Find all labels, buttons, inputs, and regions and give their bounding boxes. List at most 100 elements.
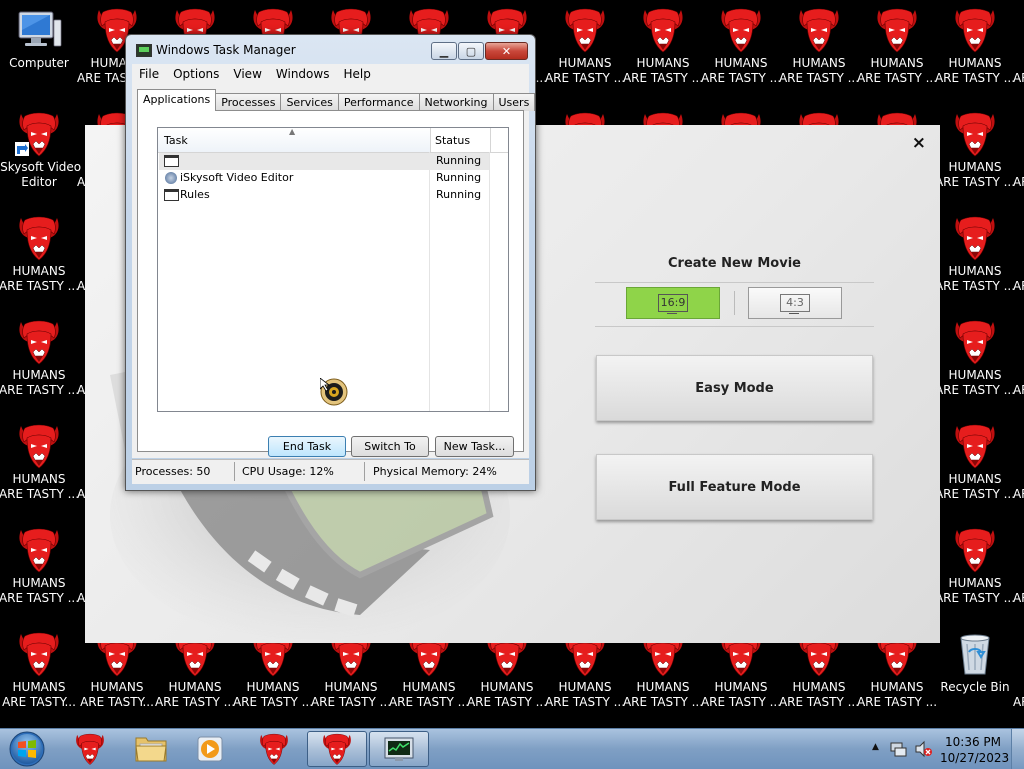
title-bar[interactable]: Windows Task Manager ▁ ▢ ✕ [126,35,535,65]
desktop-icon-label: HUMANS ARE TASTY ... [778,56,860,85]
desktop-icon-humans-are-tasty[interactable]: HUMANS ARE TASTY ... [935,312,1015,416]
switch-to-button[interactable]: Switch To [351,436,429,457]
menu-view[interactable]: View [226,67,268,81]
red-demon-icon [18,320,60,365]
clock-date[interactable]: 10/27/2023 [940,751,1009,765]
menu-help[interactable]: Help [336,67,377,81]
show-hidden-icons-arrow[interactable]: ▲ [872,742,879,752]
desktop-icon-label: HUMANS ARE TASTY ... [700,56,782,85]
desktop-icon-humans-are-tasty[interactable]: HUMANS ARE TASTY ... [1013,104,1024,208]
maximize-icon: ▢ [465,44,477,58]
aspect-ratio-16-9-button[interactable]: 16:9 [626,287,720,319]
desktop-icon-label: HUMANS ARE TASTY ... [1012,487,1024,501]
column-header-status-label: Status [435,134,471,147]
taskbar-media-player[interactable] [180,731,240,767]
desktop-icon-humans-are-tasty[interactable]: HUMANS ARE TASTY ... [1013,312,1024,416]
task-list[interactable]: Task ▲ Status Running iSkysoft Video Edi… [157,127,509,412]
system-tray: ▲ 10:36 PM 10/27/2023 [866,729,1024,769]
tab-applications[interactable]: Applications [137,89,217,111]
menu-windows[interactable]: Windows [269,67,337,81]
show-desktop-button[interactable] [1011,729,1024,769]
easy-mode-button[interactable]: Easy Mode [596,355,873,421]
divider [234,462,235,481]
minimize-button[interactable]: ▁ [431,42,457,60]
media-player-icon [197,736,223,762]
desktop-icon-humans-are-tasty[interactable]: HUMANS ARE TASTY ... [935,520,1015,624]
taskbar-demon-2[interactable] [244,731,304,767]
desktop-icon-label: HUMANS ARE TASTY ... [934,160,1016,189]
task-row[interactable]: Rules Running [159,187,489,204]
red-demon-icon [259,733,289,765]
desktop-icon-humans-are-tasty[interactable]: HUMANS ARE TASTY ... [935,416,1015,520]
close-button[interactable]: ✕ [485,42,528,60]
computer-icon [18,11,62,47]
desktop[interactable]: Computer iSkysoft Video Editor HUMANS AR… [0,0,1024,728]
desktop-icon-humans-are-tasty[interactable]: HUMANS ARE TASTY ... [1013,520,1024,624]
desktop-icon-label: Recycle Bin [940,680,1010,694]
desktop-icon-humans-are-tasty[interactable]: HUMANS ARE TASTY ... [935,0,1015,104]
new-task-button[interactable]: New Task... [435,436,514,457]
cpu-usage: CPU Usage: 12% [242,465,334,478]
column-header-task[interactable]: Task ▲ [158,127,431,152]
end-task-button[interactable]: End Task [268,436,346,457]
full-feature-mode-button[interactable]: Full Feature Mode [596,454,873,520]
desktop-icon-humans-are-tasty[interactable]: HUMANS ARE TASTY ... [701,0,781,104]
window-icon [164,189,179,201]
desktop-icon-label: HUMANS ARE TASTY ... [232,680,314,709]
menu-file[interactable]: File [132,67,166,81]
iskysoft-icon [164,172,177,184]
tab-users[interactable]: Users [492,93,536,111]
desktop-icon-humans-are-tasty[interactable]: HUMANS ARE TASTY ... [935,208,1015,312]
desktop-icon-humans-are-tasty[interactable]: HUMANS ARE TASTY ... [545,0,625,104]
desktop-icon-humans-are-tasty[interactable]: HUMANS ARE TASTY ... [1013,416,1024,520]
taskbar-demon-3[interactable] [307,731,367,767]
desktop-icon-humans-are-tasty[interactable]: HUMANS ARE TASTY ... [0,208,79,312]
aspect-ratio-4-3-button[interactable]: 4:3 [748,287,842,319]
task-name: Rules [180,188,210,201]
red-demon-icon [322,733,352,765]
window-icon [164,155,179,167]
desktop-icon-computer[interactable]: Computer [0,0,78,104]
desktop-icon-humans-are-tasty[interactable]: HUMANS ARE TASTY ... [0,312,79,416]
processes-count: Processes: 50 [135,465,211,478]
desktop-icon-humans-are-tasty[interactable]: HUMANS ARE TASTY ... [779,0,859,104]
desktop-icon-humans-are-tasty[interactable]: HUMANS ARE TASTY ... [1013,208,1024,312]
desktop-icon-label: HUMANS ARE TASTY ... [1012,279,1024,293]
close-icon[interactable]: × [912,133,926,153]
divider [595,282,874,283]
tab-services[interactable]: Services [280,93,339,111]
column-header-status[interactable]: Status [430,128,491,152]
task-row[interactable]: Running [159,153,489,170]
task-row[interactable]: iSkysoft Video Editor Running [159,170,489,187]
desktop-icon-label: HUMANS ARE TASTY ... [310,680,392,709]
desktop-icon-humans-are-tasty[interactable]: HUMANS ARE TASTY ... [623,0,703,104]
start-button[interactable] [4,730,50,768]
tab-networking[interactable]: Networking [418,93,494,111]
desktop-icon-recycle-bin[interactable]: Recycle Bin [936,624,1014,728]
taskbar-demon[interactable] [60,731,120,767]
volume-muted-icon[interactable] [914,740,932,758]
desktop-icon-humans-are-tasty[interactable]: HUMANS ARE TASTY ... [0,520,79,624]
menu-options[interactable]: Options [166,67,226,81]
taskbar-explorer[interactable] [121,731,181,767]
red-demon-icon [564,8,606,53]
clock-time[interactable]: 10:36 PM [940,735,1006,749]
desktop-icon-humans-are-tasty[interactable]: HUMANS ARE TASTY ... [0,416,79,520]
desktop-icon-humans-are-tasty[interactable]: HUMANS ARE TASTY ... [857,0,937,104]
red-demon-icon [954,112,996,157]
desktop-icon-iskysoft[interactable]: iSkysoft Video Editor [0,104,81,208]
desktop-icon-humans-are-tasty[interactable]: HUMANS ARE TASTY ... [1013,0,1024,104]
taskbar: ▲ 10:36 PM 10/27/2023 [0,728,1024,769]
maximize-button[interactable]: ▢ [458,42,484,60]
desktop-icon-humans-are-tasty[interactable]: HUMANS ARE TASTY... [0,624,78,728]
task-manager-window[interactable]: Windows Task Manager ▁ ▢ ✕ File Options … [125,34,536,491]
taskbar-task-manager[interactable] [369,731,429,767]
desktop-icon-humans-are-tasty[interactable]: HUMANS ARE TASTY ... [935,104,1015,208]
tab-processes[interactable]: Processes [215,93,282,111]
sort-arrow-icon: ▲ [289,127,296,136]
desktop-icon-humans-are-tasty[interactable]: HUMANS ARE TASTY ... [1013,624,1024,728]
network-icon[interactable] [890,740,908,758]
tab-performance[interactable]: Performance [337,93,420,111]
column-header-task-label: Task [164,134,188,147]
window-title: Windows Task Manager [156,43,296,57]
